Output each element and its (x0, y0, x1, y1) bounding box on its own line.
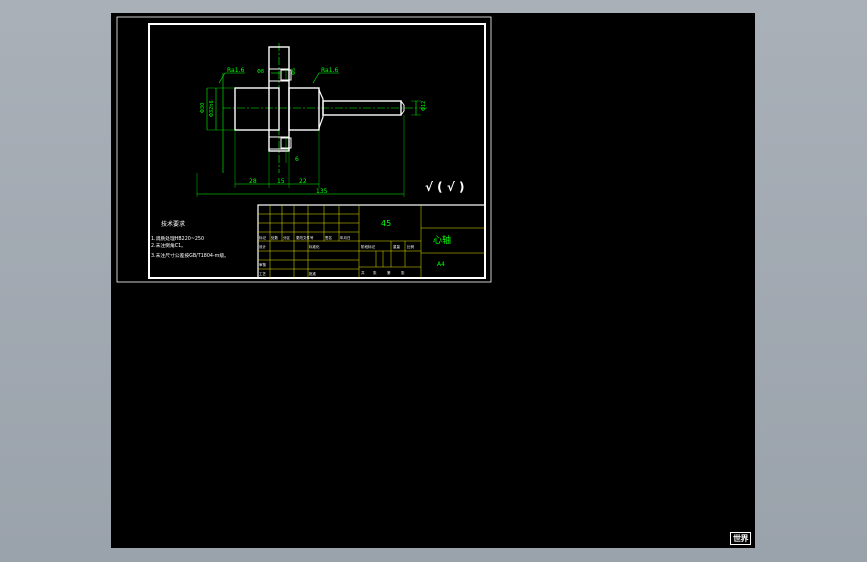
surface-finish-right-label: Ra1.6 (321, 67, 338, 74)
tb-header-date: 年月日 (340, 235, 351, 240)
dia-right-label: Φ12 (421, 101, 427, 111)
tb-row-standard: 标准化 (309, 244, 320, 249)
tb-row-design: 设计 (259, 244, 267, 249)
tb-stage-label: 阶段标记 (361, 244, 375, 249)
tech-req-line-3: 3.未注尺寸公差按GB/T1804-m级。 (151, 252, 229, 259)
tb-header-mark: 标记 (259, 235, 267, 240)
tb-row-process: 工艺 (259, 271, 267, 276)
tb-weight-label: 重量 (393, 244, 401, 249)
tolerance-top-label: Φ8 (257, 69, 264, 75)
drawing-canvas: Ra1.6 Ra1.6 Φ8 Φ5 Φ30 Φ32h6 Φ12 28 15 22… (116, 16, 492, 283)
tb-scale-label: 比例 (407, 244, 415, 249)
title-block: 标记 处数 分区 更改文件号 签名 年月日 设计 审核 工艺 标准化 批准 阶段… (257, 204, 486, 279)
roughness-symbol: √ ( √ ) (425, 180, 465, 194)
ucs-icon: 世界 (730, 532, 751, 545)
dia-left-fit-label: Φ32h6 (209, 100, 215, 117)
tech-req-line-1: 1.调质处理HB220~250 (151, 235, 204, 242)
tb-row-review: 审核 (259, 262, 267, 267)
tb-sheet-total: 共 (361, 270, 365, 275)
tech-requirements-title: 技术要求 (161, 220, 185, 228)
sheet-size-label: A4 (437, 261, 445, 268)
dim-15-label: 15 (277, 178, 285, 185)
surface-finish-left-label: Ra1.6 (227, 67, 244, 74)
tb-header-zone: 分区 (283, 235, 291, 240)
tb-sheet-unit-2: 张 (401, 270, 405, 275)
dim-28-label: 28 (249, 178, 257, 185)
part-name-label: 心轴 (433, 234, 451, 246)
part-drawing: Ra1.6 Ra1.6 Φ8 Φ5 Φ30 Φ32h6 Φ12 28 15 22… (196, 43, 429, 197)
tb-sheet-unit: 张 (373, 270, 377, 275)
dia-left-label: Φ30 (200, 103, 206, 113)
tech-requirements: 技术要求 1.调质处理HB220~250 2.未注倒角C1。 3.未注尺寸公差按… (151, 220, 229, 259)
tb-sheet-no: 第 (387, 270, 391, 275)
tolerance-hole-label: Φ5 (291, 68, 297, 75)
dim-6-label: 6 (295, 156, 299, 163)
tech-req-line-2: 2.未注倒角C1。 (151, 242, 186, 249)
tb-header-count: 处数 (271, 235, 279, 240)
tb-header-sign: 签名 (325, 235, 332, 240)
dim-22-label: 22 (299, 178, 307, 185)
cad-model-viewport[interactable]: Ra1.6 Ra1.6 Φ8 Φ5 Φ30 Φ32h6 Φ12 28 15 22… (111, 13, 755, 548)
tb-header-change-doc: 更改文件号 (296, 235, 314, 240)
material-label: 45 (381, 219, 391, 228)
tb-row-approve: 批准 (309, 271, 317, 276)
dim-135-label: 135 (316, 188, 328, 195)
